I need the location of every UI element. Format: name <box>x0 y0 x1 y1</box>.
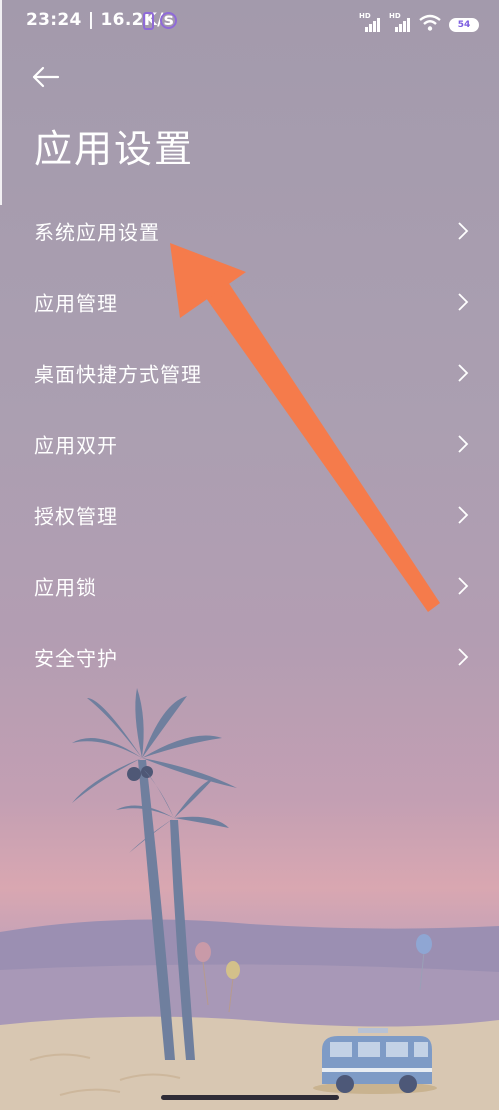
phone-icon <box>143 12 154 30</box>
battery-icon: 54 <box>449 18 479 32</box>
menu-item-app-management[interactable]: 应用管理 <box>0 266 499 337</box>
menu-item-label: 应用双开 <box>34 433 118 457</box>
settings-menu: 系统应用设置 应用管理 桌面快捷方式管理 应用双开 授权管理 应用锁 安全守护 <box>0 195 499 692</box>
menu-item-label: 应用锁 <box>34 575 97 599</box>
signal-icon: HD <box>359 12 381 32</box>
menu-item-app-lock[interactable]: 应用锁 <box>0 550 499 621</box>
chevron-right-icon <box>458 505 469 524</box>
home-indicator[interactable] <box>161 1095 339 1100</box>
menu-item-system-app-settings[interactable]: 系统应用设置 <box>0 195 499 266</box>
menu-item-label: 授权管理 <box>34 504 118 528</box>
menu-item-dual-apps[interactable]: 应用双开 <box>0 408 499 479</box>
menu-item-label: 应用管理 <box>34 291 118 315</box>
chevron-right-icon <box>458 576 469 595</box>
hd-label: HD <box>359 12 371 20</box>
menu-item-label: 桌面快捷方式管理 <box>34 362 202 386</box>
menu-item-desktop-shortcuts[interactable]: 桌面快捷方式管理 <box>0 337 499 408</box>
signal-icon: HD <box>389 12 411 32</box>
back-arrow-icon <box>32 66 60 88</box>
alarm-icon <box>160 12 177 29</box>
van-illustration <box>313 1028 437 1094</box>
page-title: 应用设置 <box>34 127 195 171</box>
menu-item-label: 系统应用设置 <box>34 220 160 244</box>
status-bar: 23:24 | 16.2K/s HD HD 54 <box>0 0 499 44</box>
wifi-icon <box>419 14 441 31</box>
chevron-right-icon <box>458 363 469 382</box>
wallpaper-scene <box>0 688 499 1110</box>
menu-item-permissions[interactable]: 授权管理 <box>0 479 499 550</box>
chevron-right-icon <box>458 221 469 240</box>
chevron-right-icon <box>458 434 469 453</box>
status-icons: HD HD 54 <box>359 12 479 32</box>
hd-label: HD <box>389 12 401 20</box>
chevron-right-icon <box>458 292 469 311</box>
edge-line <box>0 0 2 205</box>
back-button[interactable] <box>30 62 64 92</box>
